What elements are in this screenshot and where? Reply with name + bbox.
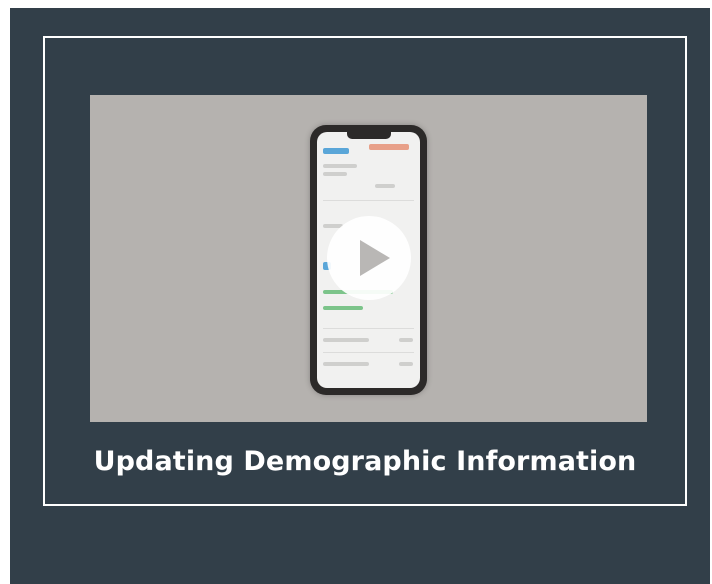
screen-divider (323, 200, 414, 201)
screen-text-line (323, 338, 369, 342)
app-logo-shape (323, 148, 349, 154)
play-button[interactable] (327, 216, 411, 300)
screen-text-line (323, 164, 357, 168)
screen-progress-bar (323, 306, 363, 310)
screen-text-line (323, 362, 369, 366)
video-thumbnail[interactable] (90, 95, 647, 422)
app-header-accent (369, 144, 409, 150)
screen-text-line (375, 184, 395, 188)
screen-text-line (399, 362, 413, 366)
phone-notch (347, 132, 391, 139)
video-title[interactable]: Updating Demographic Information (45, 446, 685, 477)
screen-text-line (323, 172, 347, 176)
video-panel: Updating Demographic Information (10, 8, 710, 584)
play-icon (360, 240, 390, 276)
screen-text-line (399, 338, 413, 342)
video-card[interactable]: Updating Demographic Information (43, 36, 687, 506)
screen-divider (323, 352, 414, 353)
screen-divider (323, 328, 414, 329)
